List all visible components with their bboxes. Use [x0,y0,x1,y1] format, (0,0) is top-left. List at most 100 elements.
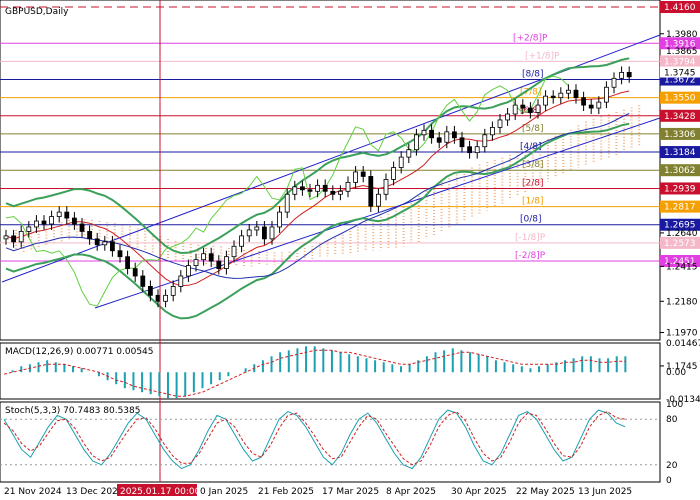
macd-title: MACD(12,26,9) 0.00771 0.00545 [5,347,154,357]
candle-body [216,260,222,269]
candle-body [269,226,275,240]
candle-body [520,104,526,109]
candle-body [421,129,427,136]
price-tag-text: 1.3184 [664,148,696,158]
level-label: [3/8] [522,160,544,170]
macd-axis-label: 0.00 [666,368,686,378]
candle-body [223,256,229,269]
candle-body [284,193,290,213]
price-tag-text: 1.3062 [664,166,696,176]
level-label: [0/8] [520,215,542,225]
time-cursor-label: 2025.01.17 00:00 [120,487,201,497]
candle-body [110,241,115,252]
candle-body [292,186,298,195]
candle-body [41,220,47,225]
time-axis-label: 17 Mar 2025 [322,487,379,497]
candle-body [299,186,305,191]
candle-body [459,137,465,148]
stoch-axis-label: 80 [666,415,678,425]
price-tag-text: 1.3550 [664,94,696,104]
candle-body [170,286,176,296]
axis-tick-label: 1.2180 [666,297,698,307]
candle-body [337,190,343,195]
candle-body [201,253,207,261]
stoch-axis-label: 0 [666,476,672,486]
candle-body [391,167,397,180]
candle-body [406,149,412,158]
candle-body [451,131,457,139]
candle-body [611,77,617,88]
trading-chart[interactable]: [+2/8]P[+1/8]P[8/8][7/8][6/8][5/8][4/8][… [0,0,700,500]
time-axis-label: 0 Jan 2025 [200,487,248,497]
candle-body [330,190,336,195]
price-tag-text: 1.3794 [664,57,696,67]
price-tag-text: 1.3306 [664,130,696,140]
candle-body [322,184,328,192]
candle-body [18,231,24,243]
candle-body [26,226,32,232]
time-axis-label: 21 Nov 2024 [4,487,62,497]
candle-body [307,189,313,192]
candle-body [94,238,100,246]
candle-body [125,256,130,269]
candle-body [147,286,153,296]
candle-body [102,241,108,246]
candle-body [117,250,123,258]
candle-body [497,119,503,128]
candle-body [56,211,62,217]
time-axis-label: 13 Dec 2024 [66,487,124,497]
candle-body [535,104,541,113]
axis-tick-label: 1.2640 [666,229,698,239]
candle-body [413,134,419,151]
candle-body [588,104,594,109]
candle-body [474,146,480,154]
candle-body [49,216,54,225]
stoch-title: Stoch(5,3,3) 70.7483 80.5385 [5,406,140,416]
price-tag-text: 1.2817 [664,203,696,213]
candle-body [619,71,624,79]
candle-body [528,107,533,113]
axis-tick-label: 1.3980 [666,30,698,40]
candle-body [353,171,359,183]
axis-tick-label: 1.1970 [666,328,698,338]
time-axis-label: 13 Jun 2025 [578,487,632,497]
candle-body [72,217,77,225]
stoch-axis-label: 20 [666,461,678,471]
candle-body [558,92,564,99]
candle-body [436,137,442,143]
price-tag-text: 1.3428 [664,112,696,122]
candle-body [87,231,92,240]
candle-body [208,253,214,262]
candle-body [315,184,321,192]
time-axis-label: 8 Apr 2025 [386,487,436,497]
candle-body [277,211,283,228]
level-label: [2/8] [522,178,544,188]
candle-body [11,235,17,243]
candle-body [375,193,381,207]
candle-body [178,275,184,287]
level-label: [+1/8]P [525,51,560,61]
candle-body [163,294,169,302]
candle-body [505,113,511,121]
candle-body [185,265,191,277]
candle-body [596,101,602,109]
candle-body [550,95,556,99]
candle-body [467,146,473,154]
stoch-axis-label: 100 [666,400,683,410]
price-tag-text: 1.2939 [664,184,696,194]
level-label: [4/8] [520,142,542,152]
candle-body [383,179,389,195]
time-axis-label: 22 May 2025 [516,487,575,497]
candle-body [246,229,252,237]
candle-body [132,268,138,277]
candle-body [231,245,237,258]
candle-body [360,171,366,177]
candle-body [566,89,571,94]
candle-body [581,97,586,106]
main-chart-title: GBPUSD,Daily [5,7,69,17]
candle-body [604,86,609,103]
candle-body [626,71,632,78]
candle-body [512,104,518,115]
candle-body [3,235,9,240]
candle-body [239,235,245,247]
